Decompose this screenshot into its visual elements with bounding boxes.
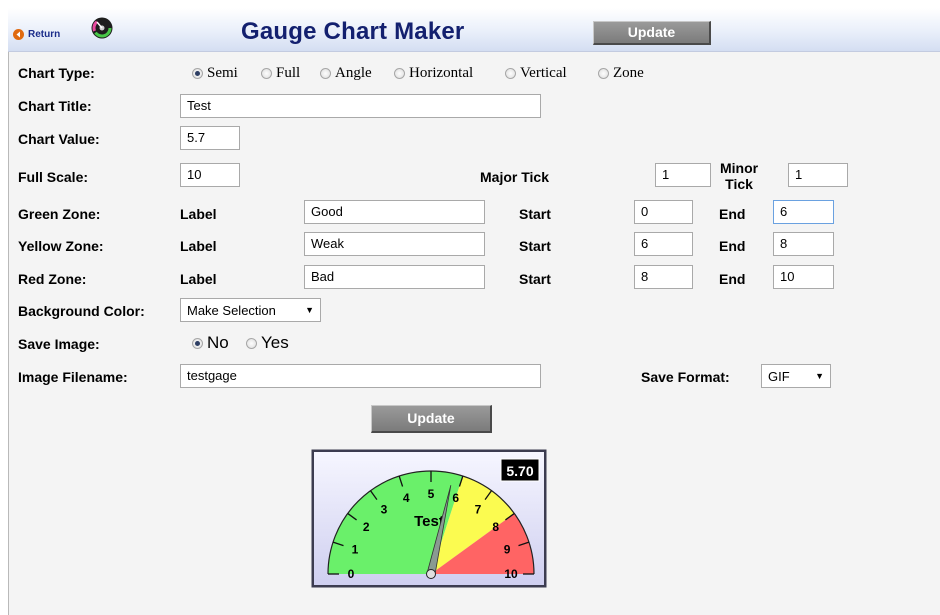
header-bar (8, 8, 940, 52)
yellow-zone-end-label: End (719, 238, 746, 254)
red-zone-end-input[interactable]: 10 (773, 265, 834, 289)
radio-semi-label: Semi (207, 65, 238, 81)
green-zone-start-input[interactable]: 0 (634, 200, 693, 224)
radio-full-label: Full (276, 65, 301, 81)
yellow-zone-name-input[interactable]: Weak (304, 232, 485, 256)
green-zone-end-label: End (719, 206, 746, 222)
yellow-zone-start-input[interactable]: 6 (634, 232, 693, 256)
dropdown-arrow-icon: ▼ (305, 305, 314, 315)
red-zone-start-label: Start (519, 271, 551, 287)
radio-horizontal[interactable]: Horizontal (394, 65, 473, 82)
yellow-zone-end-input[interactable]: 8 (773, 232, 834, 256)
radio-semi-dot[interactable] (192, 68, 203, 79)
green-zone-name-label: Label (180, 206, 217, 222)
yellow-zone-label: Yellow Zone: (18, 238, 104, 254)
radio-angle[interactable]: Angle (320, 65, 372, 82)
radio-full[interactable]: Full (261, 65, 300, 82)
minor-tick-input[interactable]: 1 (788, 163, 848, 187)
radio-full-dot[interactable] (261, 68, 272, 79)
radio-horizontal-label: Horizontal (409, 65, 474, 81)
image-filename-input[interactable]: testgage (180, 364, 541, 388)
return-link[interactable]: Return (13, 29, 60, 40)
radio-save-no[interactable]: No (192, 333, 229, 353)
gauge-tick-label: 2 (363, 520, 370, 534)
gauge-tick-label: 10 (504, 567, 518, 581)
chart-type-label: Chart Type: (18, 65, 95, 81)
radio-semi[interactable]: Semi (192, 65, 238, 82)
chart-value-input[interactable]: 5.7 (180, 126, 240, 150)
red-zone-name-input[interactable]: Bad (304, 265, 485, 289)
gauge-chart-svg: 01234 5 678910 Test 5.70 (311, 449, 547, 588)
green-zone-label: Green Zone: (18, 206, 101, 222)
red-zone-start-input[interactable]: 8 (634, 265, 693, 289)
page-title: Gauge Chart Maker (241, 18, 465, 45)
radio-vertical-dot[interactable] (505, 68, 516, 79)
save-format-select[interactable]: GIF ▼ (761, 364, 831, 388)
minor-tick-label: Minor Tick (720, 160, 758, 192)
minor-tick-label-line1: Minor (720, 160, 759, 176)
yellow-zone-start-label: Start (519, 238, 551, 254)
gauge-needle-hub (426, 569, 436, 579)
radio-save-no-label: No (207, 333, 229, 352)
save-format-label: Save Format: (641, 369, 730, 385)
gauge-chart: 0 1 2 3 4 5 6 7 8 9 10 Test 5.70 (311, 449, 547, 588)
radio-save-yes[interactable]: Yes (246, 333, 289, 353)
radio-zone-label: Zone (613, 65, 644, 81)
gauge-tick-label: 1 (352, 542, 359, 556)
green-zone-end-input[interactable]: 6 (773, 200, 834, 224)
radio-save-yes-dot[interactable] (246, 337, 257, 349)
radio-zone[interactable]: Zone (598, 65, 644, 82)
gauge-tick-label: 9 (504, 542, 511, 556)
image-filename-label: Image Filename: (18, 369, 128, 385)
chart-title-label: Chart Title: (18, 98, 92, 114)
gauge-logo-icon (91, 17, 113, 39)
back-arrow-icon (13, 29, 24, 40)
save-format-value: GIF (768, 368, 790, 384)
gauge-tick-label: 8 (492, 520, 499, 534)
gauge-tick-label: 7 (475, 502, 482, 516)
radio-save-yes-label: Yes (261, 333, 289, 352)
chart-title-input[interactable]: Test (180, 94, 541, 118)
return-label: Return (28, 29, 61, 40)
update-button[interactable]: Update (371, 405, 492, 433)
red-zone-name-label: Label (180, 271, 217, 287)
radio-zone-dot[interactable] (598, 68, 609, 79)
red-zone-end-label: End (719, 271, 746, 287)
radio-angle-dot[interactable] (320, 68, 331, 79)
major-tick-input[interactable]: 1 (655, 163, 711, 187)
radio-vertical-label: Vertical (520, 65, 567, 81)
red-zone-label: Red Zone: (18, 271, 87, 287)
gauge-tick-label: 0 (348, 567, 355, 581)
yellow-zone-name-label: Label (180, 238, 217, 254)
gauge-readout: 5.70 (506, 463, 533, 479)
green-zone-name-input[interactable]: Good (304, 200, 485, 224)
background-color-select[interactable]: Make Selection ▼ (180, 298, 321, 322)
green-zone-start-label: Start (519, 206, 551, 222)
gauge-tick-label: 4 (403, 491, 410, 505)
radio-vertical[interactable]: Vertical (505, 65, 567, 82)
radio-save-no-dot[interactable] (192, 337, 203, 349)
chart-value-label: Chart Value: (18, 131, 100, 147)
gauge-tick-label: 3 (381, 502, 388, 516)
background-color-label: Background Color: (18, 303, 145, 319)
major-tick-label: Major Tick (480, 169, 549, 185)
header-update-button[interactable]: Update (593, 21, 711, 45)
minor-tick-label-line2: Tick (725, 176, 753, 192)
full-scale-label: Full Scale: (18, 169, 89, 185)
radio-horizontal-dot[interactable] (394, 68, 405, 79)
background-color-value: Make Selection (187, 302, 276, 318)
gauge-tick-label: 6 (452, 491, 459, 505)
save-image-label: Save Image: (18, 336, 100, 352)
gauge-tick-label: 5 (428, 487, 435, 501)
radio-angle-label: Angle (335, 65, 372, 81)
dropdown-arrow-icon: ▼ (815, 371, 824, 381)
full-scale-input[interactable]: 10 (180, 163, 240, 187)
